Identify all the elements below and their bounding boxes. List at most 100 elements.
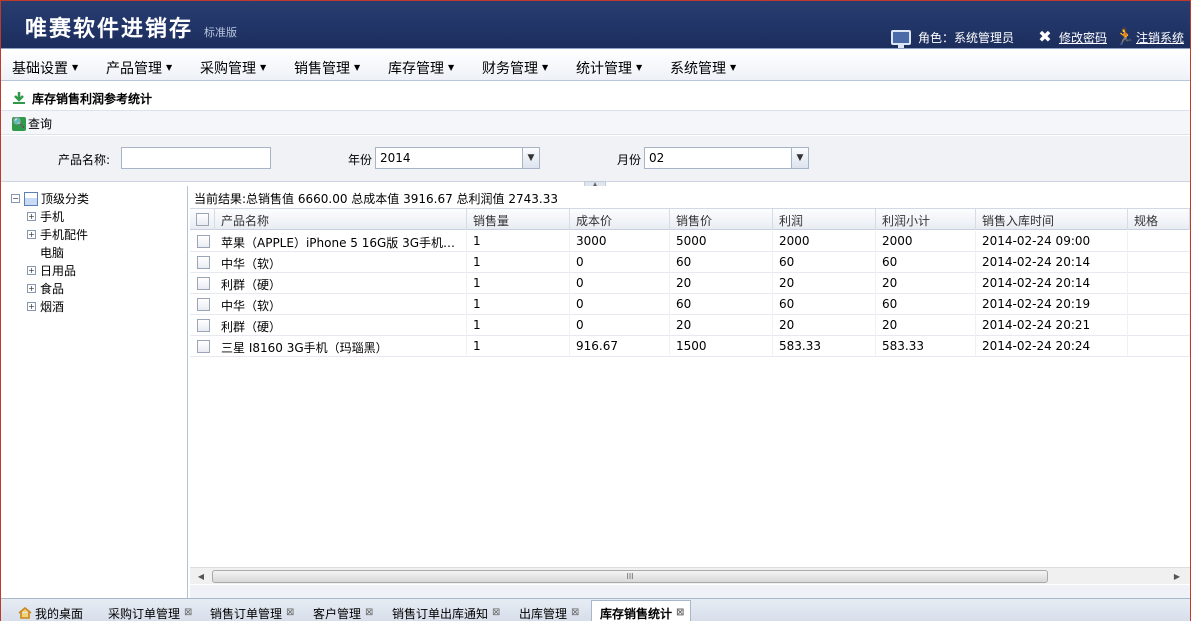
menu-product[interactable]: 产品管理 ▼	[106, 58, 172, 78]
row-checkbox[interactable]	[197, 298, 210, 311]
data-grid: 当前结果:总销售值 6660.00 总成本值 3916.67 总利润值 2743…	[190, 186, 1190, 598]
row-checkbox[interactable]	[197, 340, 210, 353]
menu-purchase[interactable]: 采购管理 ▼	[200, 58, 266, 78]
tab-outbound[interactable]: 出库管理 ⊠	[519, 603, 579, 621]
tree-node[interactable]: 电脑	[40, 244, 64, 261]
table-row[interactable]: 三星 I8160 3G手机（玛瑙黑） 1 916.67 1500 583.33 583.3…	[190, 336, 1190, 357]
select-all-checkbox[interactable]	[196, 213, 209, 226]
cell-cost: 916.67	[570, 336, 670, 357]
chevron-down-icon[interactable]: ▼	[522, 148, 539, 168]
tab-outbound-notice[interactable]: 销售订单出库通知 ⊠	[392, 603, 500, 621]
close-icon[interactable]: ⊠	[492, 607, 500, 618]
cell-sale-time: 2014-02-24 20:14	[976, 273, 1128, 294]
search-icon: 🔍	[12, 116, 26, 131]
change-password-link[interactable]: 修改密码	[1059, 29, 1107, 46]
row-checkbox[interactable]	[197, 277, 210, 290]
page-title-bar: 库存销售利润参考统计	[1, 84, 1190, 111]
tab-sales-orders[interactable]: 销售订单管理 ⊠	[210, 603, 294, 621]
table-row[interactable]: 中华（软） 1 0 60 60 60 2014-02-24 20:14	[190, 252, 1190, 273]
menu-basic-settings[interactable]: 基础设置 ▼	[12, 58, 78, 78]
tree-node[interactable]: + 日用品	[27, 262, 76, 279]
cell-spec	[1128, 315, 1190, 336]
tab-desktop[interactable]: 我的桌面	[18, 603, 83, 621]
tab-purchase-orders[interactable]: 采购订单管理 ⊠	[108, 603, 192, 621]
table-row[interactable]: 中华（软） 1 0 60 60 60 2014-02-24 20:19	[190, 294, 1190, 315]
menu-finance[interactable]: 财务管理 ▼	[482, 58, 548, 78]
close-icon[interactable]: ⊠	[676, 607, 684, 618]
cell-sale-time: 2014-02-24 20:14	[976, 252, 1128, 273]
tree-node[interactable]: + 手机	[27, 208, 64, 225]
chevron-down-icon: ▼	[636, 63, 643, 72]
year-select[interactable]: 2014 ▼	[375, 147, 540, 169]
expand-icon[interactable]: +	[27, 284, 36, 293]
col-profit-subtotal[interactable]: 利润小计	[876, 209, 976, 230]
search-button[interactable]: 🔍 查询	[12, 115, 52, 132]
col-price[interactable]: 销售价	[670, 209, 773, 230]
expand-icon[interactable]: +	[27, 212, 36, 221]
menu-statistics[interactable]: 统计管理 ▼	[576, 58, 642, 78]
cell-profit: 583.33	[773, 336, 876, 357]
row-checkbox[interactable]	[197, 256, 210, 269]
product-name-label: 产品名称:	[58, 153, 111, 167]
menu-label: 基础设置	[12, 61, 68, 77]
close-icon[interactable]: ⊠	[365, 607, 373, 618]
cell-profit: 60	[773, 252, 876, 273]
app-edition: 标准版	[204, 26, 237, 39]
tab-inventory-sales-stats[interactable]: 库存销售统计 ⊠	[591, 600, 692, 621]
app-title: 唯赛软件进销存	[25, 17, 194, 42]
scroll-left-icon[interactable]: ◀	[194, 570, 208, 583]
tree-node-label: 手机配件	[40, 228, 89, 242]
menu-label: 财务管理	[482, 61, 538, 77]
horizontal-scrollbar[interactable]: ◀ III ▶	[190, 567, 1190, 584]
expand-icon[interactable]: +	[27, 230, 36, 239]
category-tree: − 顶级分类 + 手机 + 手机配件 电脑 + 日用品 + 食品 + 烟酒	[1, 186, 188, 598]
chevron-down-icon: ▼	[354, 63, 361, 72]
chevron-down-icon[interactable]: ▼	[791, 148, 808, 168]
cell-qty: 1	[467, 231, 570, 252]
col-qty[interactable]: 销售量	[467, 209, 570, 230]
menu-inventory[interactable]: 库存管理 ▼	[388, 58, 454, 78]
tree-root[interactable]: − 顶级分类	[11, 190, 89, 207]
col-cost[interactable]: 成本价	[570, 209, 670, 230]
cell-profit-subtotal: 583.33	[876, 336, 976, 357]
scroll-right-icon[interactable]: ▶	[1170, 570, 1184, 583]
expand-icon[interactable]: +	[27, 302, 36, 311]
tree-node[interactable]: + 烟酒	[27, 298, 64, 315]
month-select[interactable]: 02 ▼	[644, 147, 809, 169]
cell-price: 1500	[670, 336, 773, 357]
col-profit[interactable]: 利润	[773, 209, 876, 230]
row-checkbox[interactable]	[197, 235, 210, 248]
year-label: 年份	[348, 153, 373, 167]
table-row[interactable]: 利群（硬） 1 0 20 20 20 2014-02-24 20:21	[190, 315, 1190, 336]
monitor-icon	[890, 29, 911, 48]
logout-link[interactable]: 注销系统	[1136, 29, 1184, 46]
logout-icon: 🏃	[1114, 27, 1135, 46]
cell-spec	[1128, 231, 1190, 252]
row-checkbox[interactable]	[197, 319, 210, 332]
cell-qty: 1	[467, 273, 570, 294]
cell-qty: 1	[467, 294, 570, 315]
cell-sale-time: 2014-02-24 09:00	[976, 231, 1128, 252]
close-icon[interactable]: ⊠	[184, 607, 192, 618]
col-sale-time[interactable]: 销售入库时间	[976, 209, 1128, 230]
tab-customers[interactable]: 客户管理 ⊠	[313, 603, 373, 621]
col-spec[interactable]: 规格	[1128, 209, 1190, 230]
scroll-thumb[interactable]: III	[212, 570, 1048, 583]
cell-qty: 1	[467, 315, 570, 336]
collapse-icon[interactable]: −	[11, 194, 20, 203]
col-product-name[interactable]: 产品名称	[215, 209, 467, 230]
menu-sales[interactable]: 销售管理 ▼	[294, 58, 360, 78]
menu-system[interactable]: 系统管理 ▼	[670, 58, 736, 78]
expand-icon[interactable]: +	[27, 266, 36, 275]
close-icon[interactable]: ⊠	[286, 607, 294, 618]
product-name-input[interactable]	[121, 147, 271, 169]
table-row[interactable]: 利群（硬） 1 0 20 20 20 2014-02-24 20:14	[190, 273, 1190, 294]
tree-node[interactable]: + 手机配件	[27, 226, 88, 243]
tools-icon: ✖	[1038, 27, 1052, 46]
tree-node[interactable]: + 食品	[27, 280, 64, 297]
month-value: 02	[649, 151, 665, 165]
home-icon	[18, 607, 32, 619]
cell-profit-subtotal: 20	[876, 273, 976, 294]
close-icon[interactable]: ⊠	[571, 607, 579, 618]
table-row[interactable]: 苹果（APPLE）iPhone 5 16G版 3G手机（… 1 3000 5000 20…	[190, 231, 1190, 252]
